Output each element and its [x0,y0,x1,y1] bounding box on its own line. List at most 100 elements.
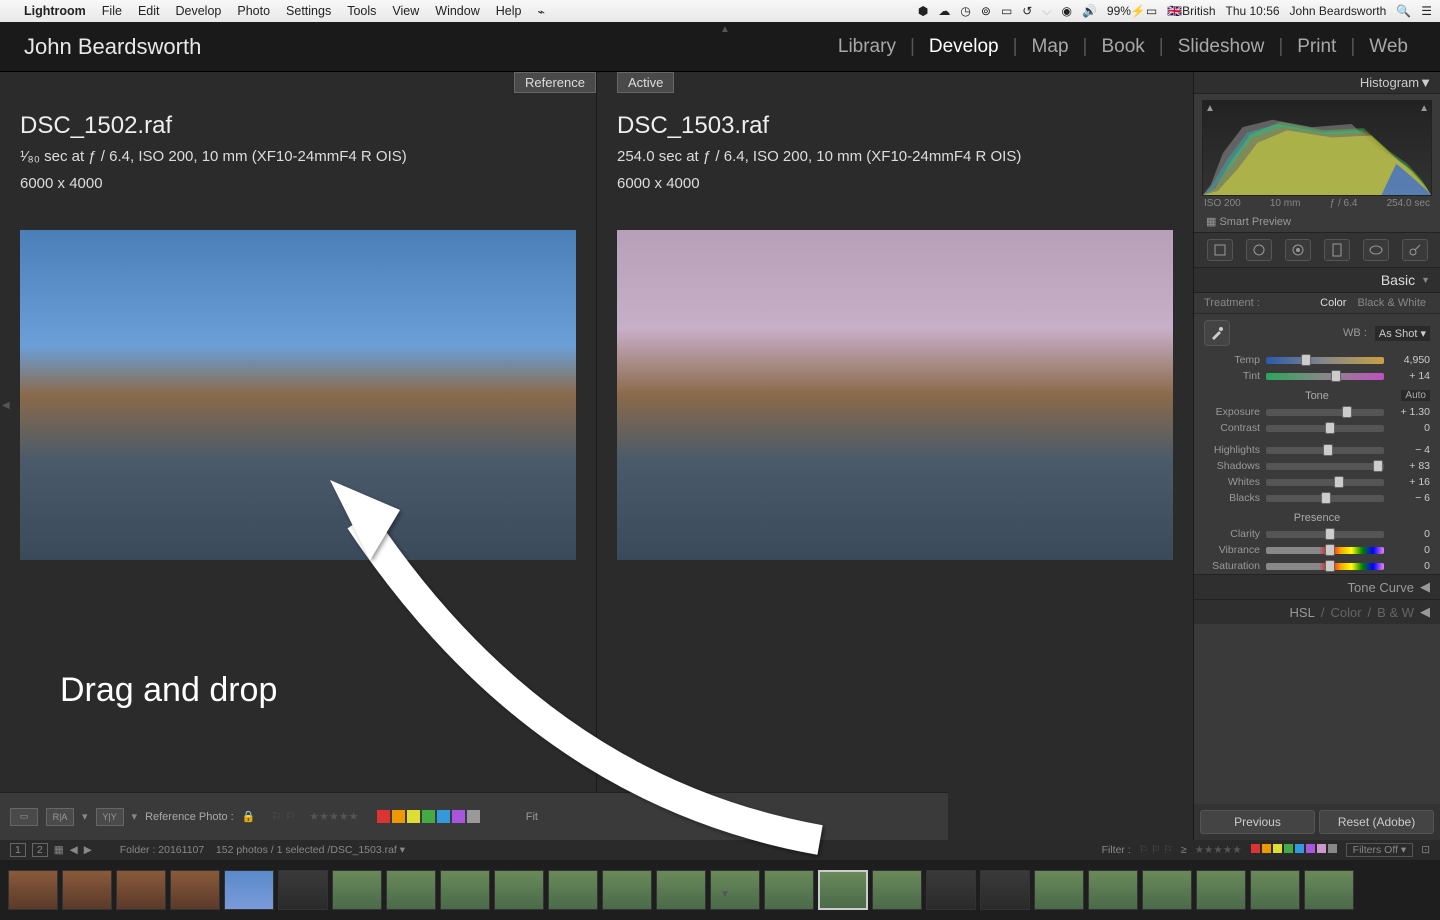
filter-color-swatches[interactable] [1250,844,1338,856]
filmstrip-thumb[interactable] [170,870,220,910]
slider-highlights[interactable]: Highlights − 4 [1194,442,1440,458]
filter-rating-op[interactable]: ≥ [1181,844,1187,856]
loupe-view-button[interactable]: ▭ [10,808,38,826]
menu-app-name[interactable]: Lightroom [24,4,86,18]
grid-icon[interactable]: ▦ [54,844,64,856]
slider-vibrance[interactable]: Vibrance 0 [1194,542,1440,558]
volume-icon[interactable]: 🔊 [1082,4,1097,18]
tone-curve-header[interactable]: Tone Curve ◀ [1194,574,1440,599]
module-develop[interactable]: Develop [921,36,1007,58]
slider-clarity[interactable]: Clarity 0 [1194,526,1440,542]
timemachine-icon[interactable]: ↺ [1022,4,1032,18]
reset-button[interactable]: Reset (Adobe) [1319,810,1434,834]
filmstrip-thumb[interactable] [332,870,382,910]
battery-status[interactable]: 99% ⚡▭ [1107,4,1157,18]
folder-path[interactable]: Folder : 20161107 152 photos / 1 selecte… [120,844,405,856]
gradient-tool-icon[interactable] [1324,239,1350,261]
slider-contrast[interactable]: Contrast 0 [1194,420,1440,436]
module-slideshow[interactable]: Slideshow [1170,36,1273,58]
menu-develop[interactable]: Develop [176,4,222,18]
filmstrip-thumb[interactable] [1142,870,1192,910]
filmstrip-thumb[interactable] [602,870,652,910]
filter-swatch[interactable] [1295,844,1304,853]
spotlight-icon[interactable]: 🔍 [1396,4,1411,18]
filmstrip-thumb[interactable] [710,870,760,910]
menu-tools[interactable]: Tools [347,4,376,18]
histogram[interactable]: ▲ ▲ [1202,100,1432,196]
color-swatch[interactable] [467,810,480,823]
dropbox-icon[interactable]: ⬢ [918,4,928,18]
crop-tool-icon[interactable] [1207,239,1233,261]
bottom-panel-toggle[interactable]: ▼ [720,889,730,900]
zoom-fit-label[interactable]: Fit [526,811,538,823]
filmstrip-thumb[interactable] [818,870,868,910]
nav-prev-icon[interactable]: ◀ [70,844,78,856]
filmstrip-thumb[interactable] [1088,870,1138,910]
slider-exposure[interactable]: Exposure + 1.30 [1194,404,1440,420]
previous-button[interactable]: Previous [1200,810,1315,834]
second-monitor-1[interactable]: 1 [10,843,26,857]
filmstrip-thumb[interactable] [62,870,112,910]
color-swatch[interactable] [422,810,435,823]
second-monitor-2[interactable]: 2 [32,843,48,857]
filmstrip-thumb[interactable] [926,870,976,910]
radial-tool-icon[interactable] [1363,239,1389,261]
module-library[interactable]: Library [830,36,904,58]
menu-settings[interactable]: Settings [286,4,331,18]
menu-view[interactable]: View [392,4,419,18]
color-label-swatches[interactable] [377,810,480,823]
ra-view-button[interactable]: R|A [46,808,74,826]
filmstrip-thumb[interactable] [548,870,598,910]
color-swatch[interactable] [377,810,390,823]
alarm-icon[interactable]: ◷ [960,4,970,18]
script-icon[interactable]: ⌁ [537,4,545,19]
color-swatch[interactable] [452,810,465,823]
histogram-header[interactable]: Histogram ▼ [1194,72,1440,94]
filter-swatch[interactable] [1262,844,1271,853]
rating-stars[interactable]: ★★★★★ [309,810,358,823]
filmstrip-thumb[interactable] [1034,870,1084,910]
display-icon[interactable]: ▭ [1001,4,1012,18]
filter-flag-icons[interactable]: ⚐ ⚐ ⚐ [1139,844,1173,856]
filmstrip-thumb[interactable] [1304,870,1354,910]
wifi-icon[interactable]: ◉ [1061,4,1071,18]
filter-swatch[interactable] [1328,844,1337,853]
filters-off-dropdown[interactable]: Filters Off ▾ [1346,843,1414,857]
filmstrip-thumb[interactable] [116,870,166,910]
cloud-icon[interactable]: ☁ [938,4,950,18]
menu-icon[interactable]: ☰ [1421,4,1432,18]
filmstrip-thumb[interactable] [764,870,814,910]
color-swatch[interactable] [407,810,420,823]
menu-edit[interactable]: Edit [138,4,160,18]
highlight-clip-icon[interactable]: ▲ [1419,103,1429,114]
slider-saturation[interactable]: Saturation 0 [1194,558,1440,574]
filmstrip-thumb[interactable] [440,870,490,910]
slider-whites[interactable]: Whites + 16 [1194,474,1440,490]
auto-tone-button[interactable]: Auto [1401,390,1430,401]
yy-view-button[interactable]: Y|Y [96,808,124,826]
filmstrip-thumb[interactable] [1250,870,1300,910]
filter-lock-icon[interactable]: ⊡ [1421,844,1430,856]
wb-eyedropper-icon[interactable] [1204,320,1230,346]
color-swatch[interactable] [437,810,450,823]
active-photo[interactable] [617,230,1173,560]
module-print[interactable]: Print [1289,36,1344,58]
cc-icon[interactable]: ⊚ [981,4,991,18]
filter-stars[interactable]: ★★★★★ [1195,844,1242,856]
user-name[interactable]: John Beardsworth [1290,4,1387,18]
slider-blacks[interactable]: Blacks − 6 [1194,490,1440,506]
redeye-tool-icon[interactable] [1285,239,1311,261]
flag-icon[interactable]: 🇬🇧 British [1167,4,1215,18]
clock[interactable]: Thu 10:56 [1226,4,1280,18]
yy-dropdown[interactable]: ▾ [132,810,138,823]
treatment-color[interactable]: Color [1316,297,1350,309]
menu-window[interactable]: Window [435,4,479,18]
flag-reject-icon[interactable]: ⚐ [285,810,295,823]
treatment-bw[interactable]: Black & White [1354,297,1430,309]
lock-icon[interactable]: 🔒 [242,810,256,823]
nav-next-icon[interactable]: ▶ [84,844,92,856]
filter-swatch[interactable] [1284,844,1293,853]
module-web[interactable]: Web [1361,36,1416,58]
ra-dropdown[interactable]: ▾ [82,810,88,823]
filmstrip-thumb[interactable] [386,870,436,910]
